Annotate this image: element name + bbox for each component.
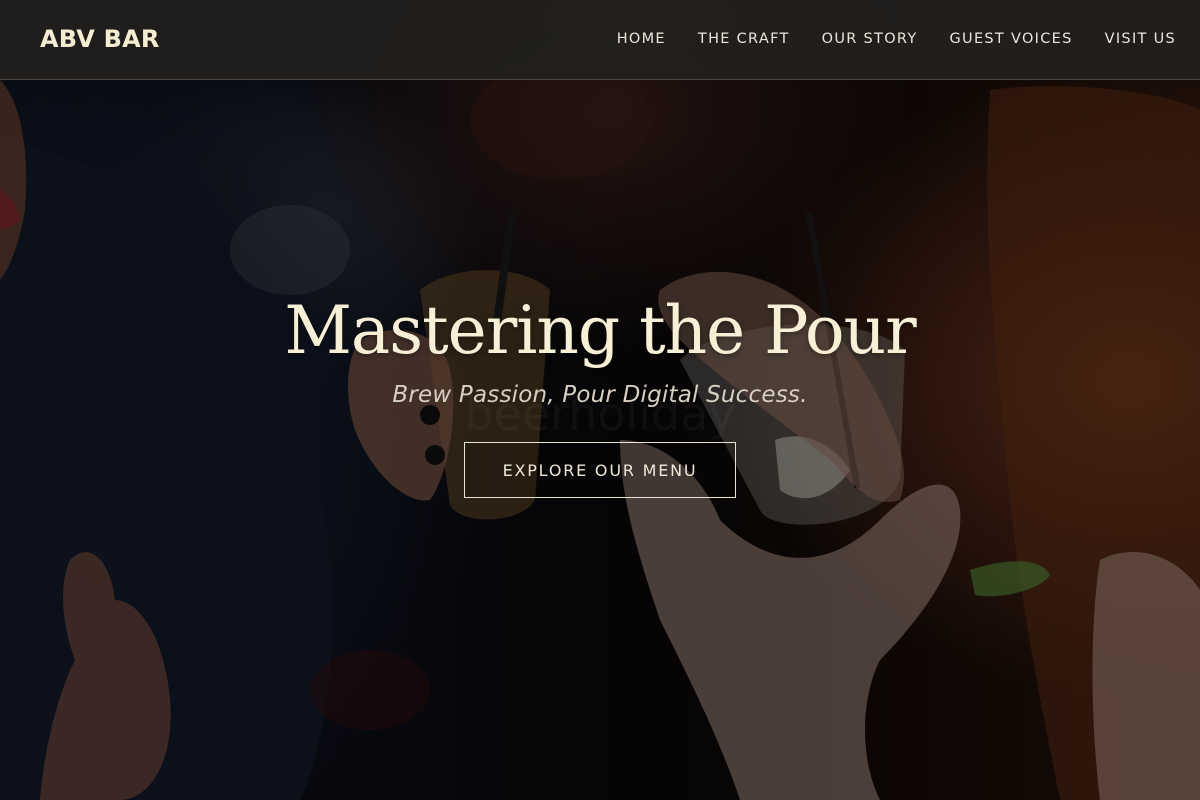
hero-section: Mastering the Pour Brew Passion, Pour Di… bbox=[0, 290, 1200, 498]
main-navigation: HOME THE CRAFT OUR STORY GUEST VOICES VI… bbox=[617, 31, 1176, 47]
explore-menu-button[interactable]: EXPLORE OUR MENU bbox=[464, 442, 736, 498]
nav-link-the-craft[interactable]: THE CRAFT bbox=[698, 31, 790, 47]
hero-title: Mastering the Pour bbox=[284, 292, 916, 369]
landing-page: beerholiday ABV BAR HOME THE CRAFT OUR S… bbox=[0, 0, 1200, 800]
nav-link-visit-us[interactable]: VISIT US bbox=[1105, 31, 1176, 47]
site-logo[interactable]: ABV BAR bbox=[40, 25, 160, 53]
nav-link-guest-voices[interactable]: GUEST VOICES bbox=[950, 31, 1073, 47]
nav-link-our-story[interactable]: OUR STORY bbox=[822, 31, 918, 47]
hero-tagline: Brew Passion, Pour Digital Success. bbox=[392, 382, 808, 408]
site-header: ABV BAR HOME THE CRAFT OUR STORY GUEST V… bbox=[0, 0, 1200, 80]
nav-link-home[interactable]: HOME bbox=[617, 31, 666, 47]
